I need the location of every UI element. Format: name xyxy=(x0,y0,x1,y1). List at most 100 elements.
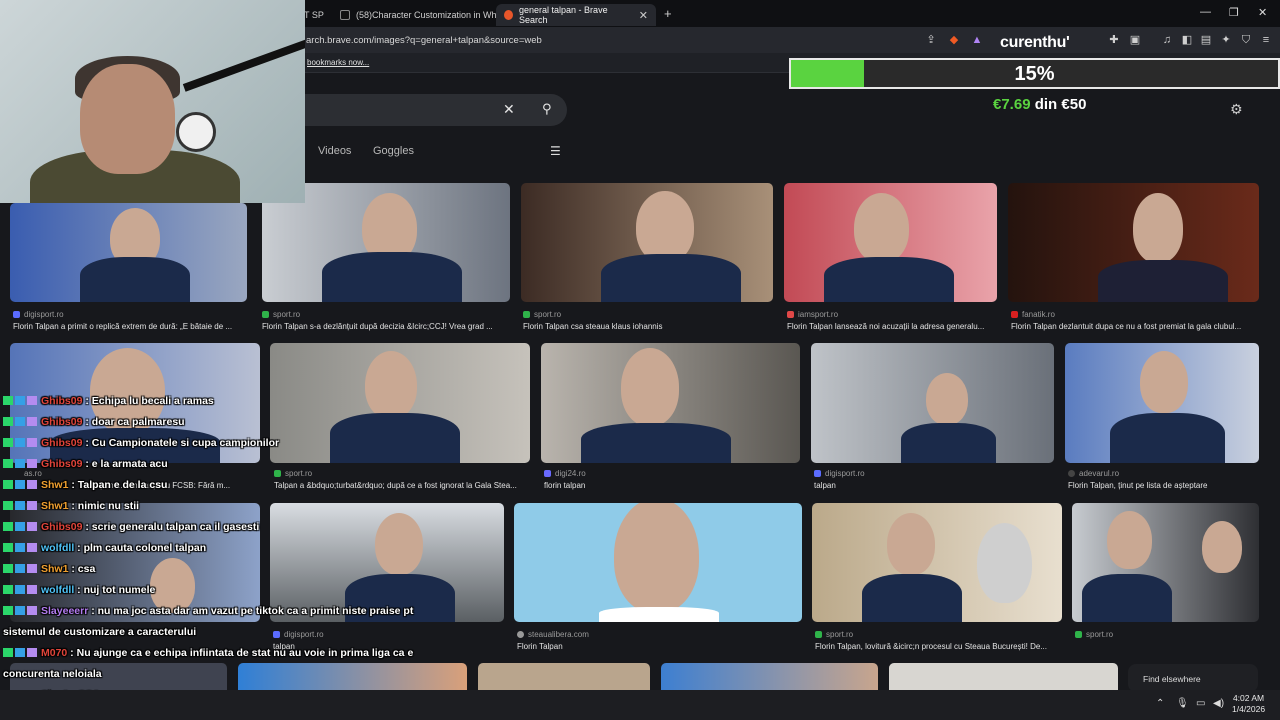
result-source: digi24.ro xyxy=(544,469,586,478)
menu-icon[interactable]: ≡ xyxy=(1259,33,1273,47)
result-caption[interactable]: Florin Talpan dezlantuit dupa ce nu a fo… xyxy=(1011,322,1261,331)
clock[interactable]: 4:02 AM 1/4/2026 xyxy=(1232,693,1265,715)
tab-item-active[interactable]: general talpan - Brave Search ✕ xyxy=(496,4,656,26)
leo-icon[interactable]: ✦ xyxy=(1219,33,1233,47)
extensions-icon[interactable]: ✚ xyxy=(1107,33,1121,47)
result-caption[interactable]: Talpan a &bdquo;turbat&rdquo; după ce a … xyxy=(274,481,532,490)
chat-badge-icon xyxy=(3,648,13,657)
result-source: sport.ro xyxy=(815,630,853,639)
result-image[interactable] xyxy=(1065,343,1259,463)
result-image[interactable] xyxy=(541,343,800,463)
chat-badge-icon xyxy=(27,606,37,615)
chat-badge-icon xyxy=(27,522,37,531)
chat-text: Cu Campionatele si cupa campionilor xyxy=(91,437,280,449)
tab-item[interactable]: (58)Character Customization in Wher xyxy=(332,4,513,26)
tray-chevron-icon[interactable]: ⌃ xyxy=(1156,698,1164,709)
result-caption[interactable]: Florin Talpan csa steaua klaus iohannis xyxy=(523,322,773,331)
result-image[interactable] xyxy=(784,183,997,302)
new-tab-icon[interactable]: + xyxy=(664,6,672,21)
result-image[interactable] xyxy=(521,183,773,302)
result-caption[interactable]: florin talpan xyxy=(544,481,794,490)
chat-username: Ghibs09 xyxy=(41,437,83,449)
search-input[interactable]: ✕ ⚲ xyxy=(305,94,567,126)
vpn-icon[interactable]: ⛉ xyxy=(1239,33,1253,47)
chat-badge-icon xyxy=(3,543,13,552)
chat-badge-icon xyxy=(3,606,13,615)
result-image[interactable] xyxy=(514,503,802,622)
mic-tray-icon[interactable]: 🎙 xyxy=(1176,698,1189,709)
chat-text: csa xyxy=(77,563,96,575)
chat-badge-icon xyxy=(27,480,37,489)
result-source: steaualibera.com xyxy=(517,630,589,639)
close-tab-icon[interactable]: ✕ xyxy=(639,9,648,22)
screenshot-icon[interactable]: ▣ xyxy=(1128,33,1142,47)
bookmarks-import-link[interactable]: bookmarks now... xyxy=(307,58,369,67)
result-image[interactable] xyxy=(1072,503,1259,622)
taskbar: ⌃ 🎙 ▭ ◀) 4:02 AM 1/4/2026 xyxy=(0,690,1280,720)
sidebar-icon[interactable]: ◧ xyxy=(1180,33,1194,47)
result-caption[interactable]: Florin Talpan lansează noi acuzații la a… xyxy=(787,322,1001,331)
result-image[interactable] xyxy=(811,343,1054,463)
result-image[interactable] xyxy=(1008,183,1259,302)
wallet-icon[interactable]: ▤ xyxy=(1199,33,1213,47)
network-icon[interactable]: ▭ xyxy=(1196,698,1205,709)
progress-label: 15% xyxy=(1014,63,1055,85)
chat-text: nimic nu stii xyxy=(77,500,140,512)
music-icon[interactable]: ♫ xyxy=(1160,33,1174,47)
chat-message: Shw1 : csa xyxy=(3,563,95,575)
result-image[interactable] xyxy=(238,663,467,690)
minimize-icon[interactable]: — xyxy=(1200,6,1211,18)
brave-shields-icon[interactable]: ◆ xyxy=(947,33,961,47)
chat-badge-icon xyxy=(15,564,25,573)
share-icon[interactable]: ⇪ xyxy=(924,33,938,47)
chat-message: concurenta neloiala xyxy=(3,668,102,680)
filters-icon[interactable]: ☰ xyxy=(550,144,561,158)
result-caption[interactable]: Florin Talpan a primit o replică extrem … xyxy=(13,322,253,331)
tab-label: general talpan - Brave Search xyxy=(519,5,608,25)
volume-icon[interactable]: ◀) xyxy=(1213,698,1224,709)
donation-amount: €7.69 din €50 xyxy=(993,96,1087,113)
chat-badge-icon xyxy=(3,564,13,573)
result-caption[interactable]: talpan xyxy=(814,481,1054,490)
result-image[interactable] xyxy=(661,663,878,690)
brave-rewards-icon[interactable]: ▲ xyxy=(970,33,984,47)
result-caption[interactable]: Florin Talpan xyxy=(517,642,797,651)
screen: T SP (58)Character Customization in Wher… xyxy=(0,0,1280,720)
chat-badge-icon xyxy=(27,564,37,573)
result-image[interactable] xyxy=(10,203,247,302)
chat-badge-icon xyxy=(15,648,25,657)
result-image[interactable] xyxy=(270,343,530,463)
find-elsewhere-button[interactable]: Find elsewhere xyxy=(1128,664,1258,692)
url-field[interactable]: arch.brave.com/images?q=general+talpan&s… xyxy=(306,35,542,46)
chat-badge-icon xyxy=(3,396,13,405)
restore-icon[interactable]: ❐ xyxy=(1229,6,1239,19)
chat-message: wolfdll : plm cauta colonel talpan xyxy=(3,542,206,554)
result-image[interactable] xyxy=(889,663,1118,690)
result-source: sport.ro xyxy=(274,469,312,478)
chat-message: Ghibs09 : Echipa lu becali a ramas xyxy=(3,395,214,407)
chat-badge-icon xyxy=(15,438,25,447)
search-icon[interactable]: ⚲ xyxy=(542,101,552,117)
chat-badge-icon xyxy=(15,417,25,426)
result-caption[interactable]: Florin Talpan s-a dezlănțuit după decizi… xyxy=(262,322,512,331)
chat-text: concurenta neloiala xyxy=(3,668,102,680)
result-caption[interactable]: Florin Talpan, lovitură &icirc;n procesu… xyxy=(815,642,1063,651)
chat-badge-icon xyxy=(15,606,25,615)
tab-videos[interactable]: Videos xyxy=(318,145,351,157)
tab-goggles[interactable]: Goggles xyxy=(373,145,414,157)
chat-username: M070 xyxy=(41,647,68,659)
close-window-icon[interactable]: ✕ xyxy=(1258,6,1267,19)
chat-text: Nu ajunge ca e echipa infiintata de stat… xyxy=(76,647,414,659)
result-image[interactable] xyxy=(478,663,650,690)
chat-message: wolfdll : nuj tot numele xyxy=(3,584,155,596)
settings-gear-icon[interactable]: ⚙ xyxy=(1230,101,1243,118)
clear-icon[interactable]: ✕ xyxy=(503,101,515,118)
chat-badge-icon xyxy=(3,480,13,489)
result-source: as.ro xyxy=(24,469,42,478)
result-caption[interactable]: Florin Talpan, ținut pe lista de aștepta… xyxy=(1068,481,1260,490)
chat-badge-icon xyxy=(3,501,13,510)
result-image[interactable] xyxy=(812,503,1062,622)
chat-username: Ghibs09 xyxy=(41,521,83,533)
chat-text: nuj tot numele xyxy=(83,584,156,596)
chat-badge-icon xyxy=(27,648,37,657)
